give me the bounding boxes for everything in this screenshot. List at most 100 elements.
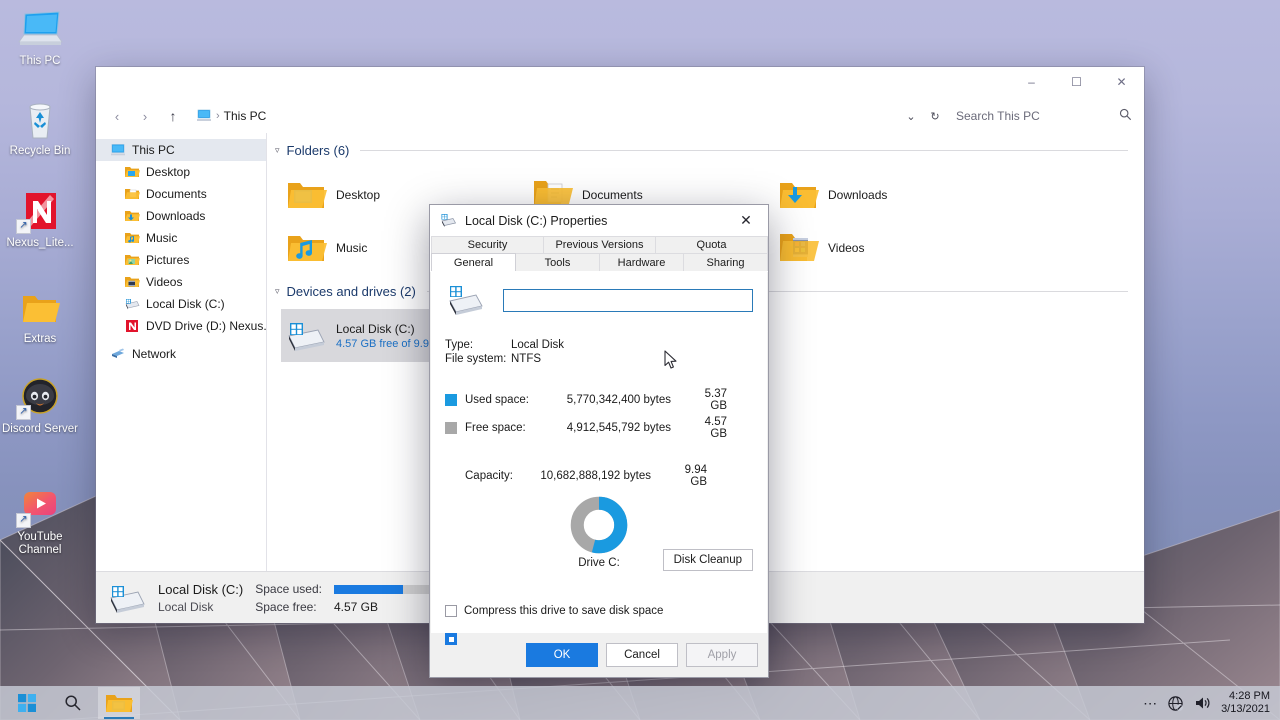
downloads-folder-icon xyxy=(124,208,140,224)
taskbar-item-file-explorer[interactable] xyxy=(98,687,140,719)
space-row-capacity: Capacity: 10,682,888,192 bytes 9.94 GB xyxy=(445,464,753,488)
dialog-titlebar[interactable]: Local Disk (C:) Properties ✕ xyxy=(430,205,768,236)
breadcrumb[interactable]: › This PC xyxy=(188,104,898,128)
sidebar-item-label: Documents xyxy=(146,187,207,201)
tab-sharing[interactable]: Sharing xyxy=(683,253,768,271)
tab-tools[interactable]: Tools xyxy=(515,253,600,271)
search-icon[interactable] xyxy=(1119,108,1132,124)
tab-security[interactable]: Security xyxy=(431,236,544,253)
sidebar-item-downloads[interactable]: Downloads xyxy=(96,205,266,227)
search-input[interactable]: Search This PC xyxy=(948,104,1138,128)
index-checkbox[interactable] xyxy=(445,633,457,645)
chevron-down-icon[interactable]: ▿ xyxy=(275,145,280,156)
ok-button[interactable]: OK xyxy=(526,643,598,667)
taskbar-search-button[interactable] xyxy=(52,687,94,719)
start-icon xyxy=(17,693,37,713)
sidebar-item-videos[interactable]: Videos xyxy=(96,271,266,293)
sidebar-item-this-pc[interactable]: This PC xyxy=(96,139,266,161)
sidebar-item-label: Network xyxy=(132,347,176,361)
info-row-type: Type: Local Disk xyxy=(445,339,753,351)
refresh-icon[interactable]: ↻ xyxy=(924,104,946,128)
address-bar[interactable]: ‹ › ↑ › This PC ⌄ ↻ Search This PC xyxy=(96,99,1144,133)
sidebar-item-network[interactable]: Network xyxy=(96,343,266,365)
disk-cleanup-button[interactable]: Disk Cleanup xyxy=(663,549,753,571)
capacity-label: Capacity: xyxy=(445,470,533,482)
general-tab-panel: Type: Local Disk File system: NTFS Used … xyxy=(431,272,767,633)
tile-label: Music xyxy=(336,241,367,255)
sidebar-item-pictures[interactable]: Pictures xyxy=(96,249,266,271)
tray-overflow-button[interactable]: ⋯ xyxy=(1143,695,1157,712)
music-folder-icon xyxy=(124,230,140,246)
chevron-down-icon[interactable]: ⌄ xyxy=(900,104,922,128)
space-row-free: Free space: 4,912,545,792 bytes 4.57 GB xyxy=(445,416,753,440)
tab-row-upper[interactable]: Security Previous Versions Quota xyxy=(431,236,767,253)
space-gb: 5.37 GB xyxy=(671,388,727,412)
drive-caption: Drive C: xyxy=(578,557,620,569)
cancel-button[interactable]: Cancel xyxy=(606,643,678,667)
breadcrumb-path[interactable]: This PC xyxy=(224,109,267,123)
minimize-button[interactable]: – xyxy=(1009,67,1054,97)
desktop-icon-label: This PC xyxy=(0,55,82,68)
chevron-down-icon[interactable]: ▿ xyxy=(275,286,280,297)
free-space-swatch xyxy=(445,422,457,434)
desktop-icon-recycle-bin[interactable]: Recycle Bin xyxy=(0,98,82,158)
tab-quota[interactable]: Quota xyxy=(655,236,768,253)
taskbar[interactable]: ⋯ 4:28 PM 3/13/2021 xyxy=(0,686,1280,720)
desktop-icon-discord-server[interactable]: ↗ Discord Server xyxy=(0,376,82,436)
tab-general[interactable]: General xyxy=(431,253,516,271)
taskbar-clock[interactable]: 4:28 PM 3/13/2021 xyxy=(1221,690,1270,716)
volume-label-input[interactable] xyxy=(503,289,753,312)
group-header-label: Folders (6) xyxy=(287,143,350,158)
explorer-titlebar[interactable]: – ☐ ✕ xyxy=(96,67,1144,99)
breadcrumb-separator: › xyxy=(216,110,220,122)
group-header-label: Devices and drives (2) xyxy=(287,284,416,299)
desktop-icon-label: Recycle Bin xyxy=(0,145,82,158)
sidebar-item-music[interactable]: Music xyxy=(96,227,266,249)
music-folder-icon xyxy=(285,228,327,268)
start-button[interactable] xyxy=(6,687,48,719)
group-header-folders[interactable]: ▿ Folders (6) xyxy=(267,141,1144,160)
navigation-pane[interactable]: This PC Desktop xyxy=(96,133,267,571)
close-button[interactable]: ✕ xyxy=(1099,67,1144,97)
search-icon xyxy=(64,694,82,712)
sidebar-item-local-disk-c[interactable]: Local Disk (C:) xyxy=(96,293,266,315)
desktop-icon-this-pc[interactable]: This PC xyxy=(0,8,82,68)
sidebar-item-label: Downloads xyxy=(146,209,205,223)
dialog-footer: OK Cancel Apply xyxy=(430,633,768,677)
desktop-icon-extras[interactable]: Extras xyxy=(0,286,82,346)
sidebar-item-dvd-drive-d[interactable]: DVD Drive (D:) Nexus.Lite xyxy=(96,315,266,337)
dialog-close-button[interactable]: ✕ xyxy=(724,205,768,236)
desktop-icon-label: YouTube Channel xyxy=(0,531,82,556)
forward-button[interactable]: › xyxy=(132,103,158,129)
tab-hardware[interactable]: Hardware xyxy=(599,253,684,271)
local-disk-properties-dialog[interactable]: Local Disk (C:) Properties ✕ Security Pr… xyxy=(430,205,768,677)
address-bar-actions[interactable]: ⌄ ↻ Search This PC xyxy=(900,104,1138,128)
apply-button[interactable]: Apply xyxy=(686,643,758,667)
group-divider xyxy=(360,150,1128,151)
back-button[interactable]: ‹ xyxy=(104,103,130,129)
maximize-button[interactable]: ☐ xyxy=(1054,67,1099,97)
sidebar-item-documents[interactable]: Documents xyxy=(96,183,266,205)
space-label: Free space: xyxy=(465,422,553,434)
tile-videos[interactable]: Videos xyxy=(773,221,1019,274)
tab-previous-versions[interactable]: Previous Versions xyxy=(543,236,656,253)
tile-label: Desktop xyxy=(336,188,380,202)
drive-icon xyxy=(124,296,140,312)
desktop-icon-youtube-channel[interactable]: ↗ YouTube Channel xyxy=(0,484,82,556)
up-button[interactable]: ↑ xyxy=(160,103,186,129)
desktop-folder-icon xyxy=(124,164,140,180)
taskbar-left xyxy=(6,686,140,720)
sidebar-item-desktop[interactable]: Desktop xyxy=(96,161,266,183)
desktop-icon-nexus-lite[interactable]: ↗ Nexus_Lite... xyxy=(0,190,82,250)
checkbox-row-compress[interactable]: Compress this drive to save disk space xyxy=(445,604,753,618)
network-globe-icon[interactable] xyxy=(1167,695,1184,712)
volume-icon[interactable] xyxy=(1194,695,1211,711)
tile-downloads[interactable]: Downloads xyxy=(773,168,1019,221)
sidebar-item-label: Videos xyxy=(146,275,182,289)
info-key: Type: xyxy=(445,339,511,351)
capacity-bytes: 10,682,888,192 bytes xyxy=(533,470,651,482)
compress-checkbox[interactable] xyxy=(445,605,457,617)
dialog-tabs[interactable]: Security Previous Versions Quota General… xyxy=(430,236,768,271)
sidebar-item-label: Pictures xyxy=(146,253,189,267)
tab-row-lower[interactable]: General Tools Hardware Sharing xyxy=(431,253,767,271)
